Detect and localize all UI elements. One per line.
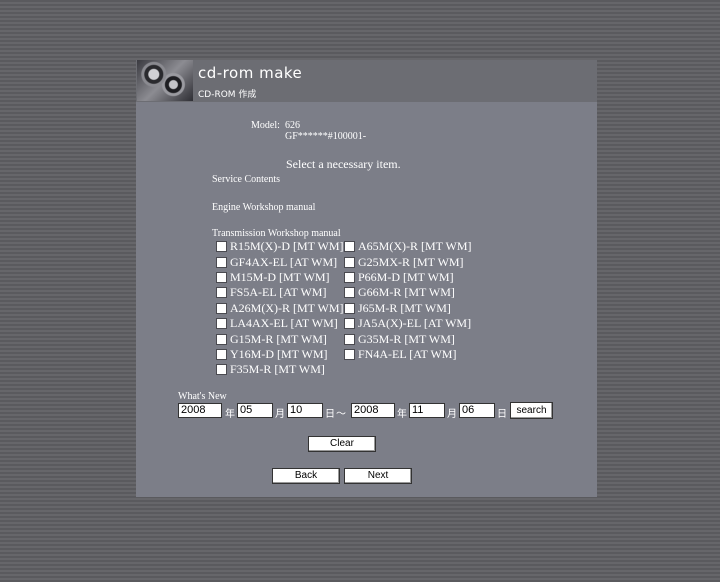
item-checkbox[interactable] xyxy=(216,364,227,376)
item-label: LA4AX-EL [AT WM] xyxy=(230,316,338,331)
back-button[interactable]: Back xyxy=(272,468,340,484)
main-panel: cd-rom make CD-ROM 作成 Model: 626 GF*****… xyxy=(136,60,597,497)
month-unit: 月 xyxy=(447,409,457,420)
item-label: P66M-D [MT WM] xyxy=(358,269,454,284)
item-checkbox[interactable] xyxy=(344,241,355,253)
item-label: G35M-R [MT WM] xyxy=(358,331,455,346)
transmission-items-list: R15M(X)-D [MT WM] A65M(X)-R [MT WM] GF4A… xyxy=(216,239,472,378)
item-g25mx-r[interactable]: G25MX-R [MT WM] xyxy=(344,254,472,269)
to-year-field[interactable]: 2008 xyxy=(351,403,395,418)
header-bar: cd-rom make CD-ROM 作成 xyxy=(136,60,597,102)
app-title: cd-rom make xyxy=(198,64,303,82)
model-value: 626 xyxy=(285,120,300,131)
item-checkbox[interactable] xyxy=(216,271,227,283)
year-unit: 年 xyxy=(225,409,235,420)
item-m15m-d[interactable]: M15M-D [MT WM] xyxy=(216,270,344,285)
item-label: GF4AX-EL [AT WM] xyxy=(230,254,338,269)
instruction-text: Select a necessary item. xyxy=(286,157,401,171)
app-subtitle: CD-ROM 作成 xyxy=(198,90,257,100)
month-unit: 月 xyxy=(275,409,285,420)
model-serial-range: GF******#100001- xyxy=(285,131,367,142)
item-a26mx-r[interactable]: A26M(X)-R [MT WM] xyxy=(216,301,344,316)
to-day-field[interactable]: 06 xyxy=(459,403,495,418)
item-checkbox[interactable] xyxy=(344,271,355,283)
item-label: FS5A-EL [AT WM] xyxy=(230,285,327,300)
item-checkbox[interactable] xyxy=(216,287,227,299)
item-checkbox[interactable] xyxy=(216,302,227,314)
item-a65mx-r[interactable]: A65M(X)-R [MT WM] xyxy=(344,239,472,254)
service-contents-link[interactable]: Service Contents xyxy=(212,174,280,185)
item-label: F35M-R [MT WM] xyxy=(230,362,325,377)
item-g15m-r[interactable]: G15M-R [MT WM] xyxy=(216,331,344,346)
item-label: G66M-R [MT WM] xyxy=(358,285,455,300)
item-checkbox[interactable] xyxy=(344,333,355,345)
date-range-separator: ～ xyxy=(336,409,346,420)
item-p66m-d[interactable]: P66M-D [MT WM] xyxy=(344,270,472,285)
item-label: G15M-R [MT WM] xyxy=(230,331,327,346)
item-label: A65M(X)-R [MT WM] xyxy=(358,239,472,254)
item-label: A26M(X)-R [MT WM] xyxy=(230,300,344,315)
item-label: G25MX-R [MT WM] xyxy=(358,254,464,269)
from-year-field[interactable]: 2008 xyxy=(178,403,222,418)
item-f35m-r[interactable]: F35M-R [MT WM] xyxy=(216,362,344,377)
engine-workshop-manual-link[interactable]: Engine Workshop manual xyxy=(212,202,315,213)
item-y16m-d[interactable]: Y16M-D [MT WM] xyxy=(216,347,344,362)
item-label: FN4A-EL [AT WM] xyxy=(358,346,457,361)
whats-new-label: What's New xyxy=(178,391,227,402)
item-checkbox[interactable] xyxy=(344,318,355,330)
item-checkbox[interactable] xyxy=(344,302,355,314)
from-month-field[interactable]: 05 xyxy=(237,403,273,418)
clear-button[interactable]: Clear xyxy=(308,436,376,452)
item-checkbox[interactable] xyxy=(344,348,355,360)
item-checkbox[interactable] xyxy=(344,256,355,268)
item-j65m-r[interactable]: J65M-R [MT WM] xyxy=(344,301,472,316)
transmission-workshop-manual-label: Transmission Workshop manual xyxy=(212,228,341,239)
item-g66m-r[interactable]: G66M-R [MT WM] xyxy=(344,285,472,300)
item-checkbox[interactable] xyxy=(216,333,227,345)
item-checkbox[interactable] xyxy=(216,241,227,253)
item-checkbox[interactable] xyxy=(344,287,355,299)
item-label: J65M-R [MT WM] xyxy=(358,300,451,315)
item-r15mx-d[interactable]: R15M(X)-D [MT WM] xyxy=(216,239,344,254)
item-checkbox[interactable] xyxy=(216,256,227,268)
model-label: Model: xyxy=(251,120,280,131)
from-day-field[interactable]: 10 xyxy=(287,403,323,418)
item-label: M15M-D [MT WM] xyxy=(230,269,330,284)
item-la4ax-el[interactable]: LA4AX-EL [AT WM] xyxy=(216,316,344,331)
item-checkbox[interactable] xyxy=(216,348,227,360)
item-fs5a-el[interactable]: FS5A-EL [AT WM] xyxy=(216,285,344,300)
item-g35m-r[interactable]: G35M-R [MT WM] xyxy=(344,331,472,346)
item-label: JA5A(X)-EL [AT WM] xyxy=(358,316,472,331)
cd-gear-logo-icon xyxy=(137,60,193,101)
item-ja5ax-el[interactable]: JA5A(X)-EL [AT WM] xyxy=(344,316,472,331)
item-label: R15M(X)-D [MT WM] xyxy=(230,239,344,254)
item-fn4a-el[interactable]: FN4A-EL [AT WM] xyxy=(344,347,472,362)
next-button[interactable]: Next xyxy=(344,468,412,484)
to-month-field[interactable]: 11 xyxy=(409,403,445,418)
search-button[interactable]: search xyxy=(510,402,553,419)
day-unit: 日 xyxy=(497,409,507,420)
day-unit: 日 xyxy=(325,409,335,420)
item-label: Y16M-D [MT WM] xyxy=(230,346,328,361)
year-unit: 年 xyxy=(397,409,407,420)
item-checkbox[interactable] xyxy=(216,318,227,330)
item-gf4ax-el[interactable]: GF4AX-EL [AT WM] xyxy=(216,254,344,269)
